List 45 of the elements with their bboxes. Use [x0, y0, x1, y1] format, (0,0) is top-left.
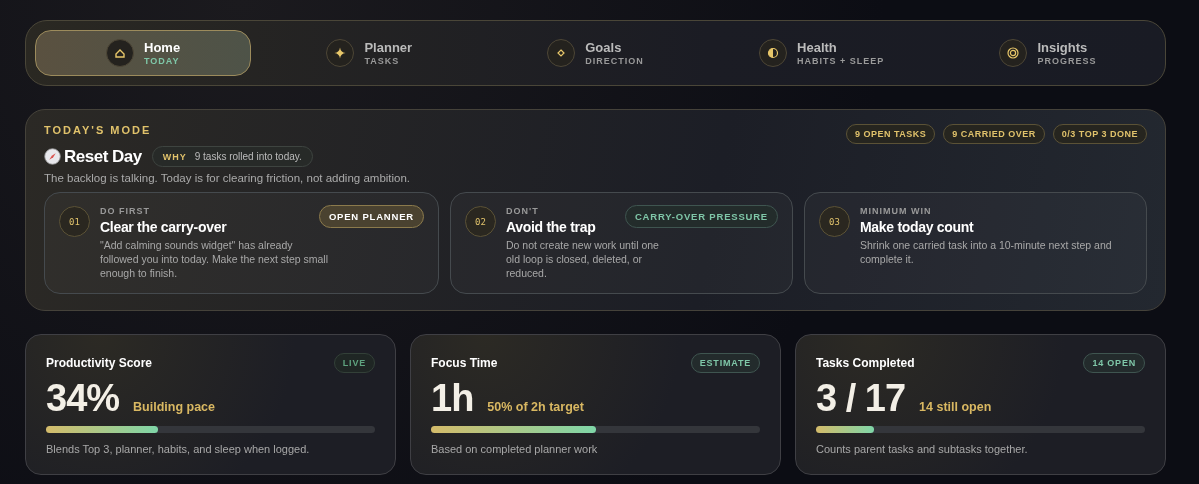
stat-badge: LIVE: [333, 353, 375, 373]
step-number: 03: [819, 206, 850, 237]
step-text: "Add calming sounds widget" has already followed you into today. Make the next step small enough to finish.: [100, 238, 329, 280]
stat-title: Tasks Completed: [816, 356, 915, 370]
stat-badge: ESTIMATE: [690, 353, 760, 373]
step-eyebrow: DO FIRST: [100, 206, 151, 216]
nav-tab[interactable]: Planner TASKS: [261, 30, 478, 76]
compass-icon: [44, 148, 61, 165]
mode-eyebrow: TODAY'S MODE: [44, 124, 152, 138]
stat-caption: Counts parent tasks and subtasks together.: [816, 443, 1029, 455]
count-chip: 0/3 TOP 3 DONE: [1052, 124, 1147, 144]
step-text: Shrink one carried task into a 10-minute next step and complete it.: [860, 238, 1113, 266]
step-eyebrow: MINIMUM WIN: [860, 206, 933, 216]
stat-note: 50% of 2h target: [487, 400, 584, 414]
stat-value: 3 / 17: [816, 377, 906, 420]
stat-note: 14 still open: [919, 400, 992, 414]
stat-value: 1h: [431, 377, 474, 420]
step-eyebrow: DON'T: [506, 206, 540, 216]
why-label: WHY: [162, 151, 187, 162]
nav-tab[interactable]: Home TODAY: [35, 30, 252, 76]
count-chip: 9 OPEN TASKS: [845, 124, 936, 144]
nav-tab[interactable]: Goals DIRECTION: [487, 30, 704, 76]
why-text: 9 tasks rolled into today.: [194, 151, 302, 162]
stat-caption: Based on completed planner work: [431, 443, 599, 455]
step-number: 01: [59, 206, 90, 237]
open-planner-button[interactable]: OPEN PLANNER: [318, 205, 424, 228]
half-circle-icon: [766, 46, 781, 60]
stat-value: 34%: [46, 377, 120, 420]
step-number: 02: [465, 206, 496, 237]
rings-icon: [1006, 46, 1021, 60]
count-chip: 9 CARRIED OVER: [943, 124, 1045, 144]
stat-badge: 14 OPEN: [1083, 353, 1145, 373]
step-title: Clear the carry-over: [100, 219, 228, 235]
step-tag: CARRY-OVER PRESSURE: [624, 205, 778, 228]
stat-title: Productivity Score: [46, 356, 153, 370]
nav-tab[interactable]: Insights PROGRESS: [939, 30, 1156, 76]
step-title: Make today count: [860, 219, 975, 235]
nav-tab[interactable]: Health HABITS + SLEEP: [713, 30, 930, 76]
stat-caption: Blends Top 3, planner, habits, and sleep when logged.: [46, 443, 311, 455]
step-text: Do not create new work until one old loop is closed, deleted, or reduced.: [506, 238, 660, 280]
mode-title: Reset Day: [64, 146, 142, 167]
stat-note: Building pace: [133, 400, 215, 414]
stat-title: Focus Time: [431, 356, 498, 370]
step-title: Avoid the trap: [506, 219, 597, 235]
mode-subtitle: The backlog is talking. Today is for clearing friction, not adding ambition.: [44, 172, 412, 184]
